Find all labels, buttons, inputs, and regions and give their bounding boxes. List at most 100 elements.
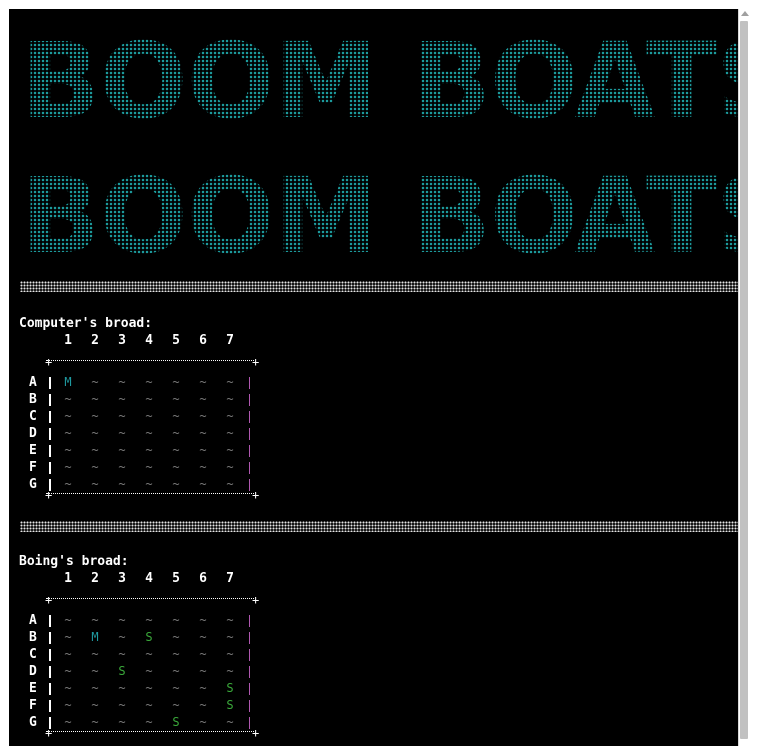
column-label: 5 bbox=[172, 333, 180, 348]
row-label: C bbox=[29, 647, 37, 662]
board-row: G ~ ~ ~ ~ ~ ~ ~ bbox=[9, 476, 269, 493]
board-cell-water: ~ bbox=[145, 698, 153, 712]
board-cell-water: ~ bbox=[172, 477, 180, 491]
row-label: B bbox=[29, 392, 37, 407]
vertical-scrollbar[interactable] bbox=[738, 9, 750, 746]
board-right-border bbox=[249, 411, 250, 423]
board-border-top bbox=[46, 351, 254, 361]
board-cell-water: ~ bbox=[64, 647, 72, 661]
board-cell-water: ~ bbox=[199, 443, 207, 457]
board-right-border bbox=[249, 615, 250, 627]
board-cell-water: ~ bbox=[64, 630, 72, 644]
board-cell-water: ~ bbox=[118, 613, 126, 627]
board-cell-water: ~ bbox=[199, 715, 207, 729]
board-cell-ship: S bbox=[226, 681, 234, 695]
row-label: A bbox=[29, 375, 37, 390]
board-row: G ~ ~ ~ ~ S ~ ~ bbox=[9, 714, 269, 731]
board-cell-water: ~ bbox=[64, 477, 72, 491]
board-cell-water: ~ bbox=[172, 409, 180, 423]
board-row: E ~ ~ ~ ~ ~ ~ S bbox=[9, 680, 269, 697]
column-label: 2 bbox=[91, 571, 99, 586]
terminal-output: BOOM BOATS BOOM BOATS Computer's broad: … bbox=[9, 9, 738, 746]
board-cell-water: ~ bbox=[64, 392, 72, 406]
board-right-border bbox=[249, 377, 250, 389]
board-left-border bbox=[49, 394, 51, 406]
scroll-up-arrow-icon[interactable] bbox=[741, 11, 749, 16]
board-cell-water: ~ bbox=[118, 375, 126, 389]
board-cell-water: ~ bbox=[118, 715, 126, 729]
dotted-divider bbox=[20, 521, 738, 532]
board-cell-water: ~ bbox=[226, 715, 234, 729]
board-left-border bbox=[49, 717, 51, 729]
board-left-border bbox=[49, 615, 51, 627]
board-cell-water: ~ bbox=[172, 426, 180, 440]
board-corner: + bbox=[45, 355, 53, 369]
board-left-border bbox=[49, 462, 51, 474]
board-cell-water: ~ bbox=[118, 392, 126, 406]
board-cell-water: ~ bbox=[145, 426, 153, 440]
board-cell-water: ~ bbox=[199, 426, 207, 440]
board-cell-water: ~ bbox=[199, 409, 207, 423]
board-cell-water: ~ bbox=[145, 460, 153, 474]
row-label: F bbox=[29, 460, 37, 475]
board-right-border bbox=[249, 683, 250, 695]
title-banner: BOOM BOATS bbox=[21, 20, 738, 142]
board-cell-water: ~ bbox=[199, 681, 207, 695]
player-board-title: Boing's broad: bbox=[19, 554, 129, 569]
board-cell-water: ~ bbox=[118, 647, 126, 661]
board-cell-water: ~ bbox=[64, 409, 72, 423]
board-cell-water: ~ bbox=[91, 647, 99, 661]
board-cell-water: ~ bbox=[64, 426, 72, 440]
board-cell-ship: S bbox=[118, 664, 126, 678]
player-board: 1 2 3 4 5 6 7 + + + + A ~ ~ ~ ~ ~ ~ ~ B ~ M ~ S ~ ~ ~ C ~ ~ ~ ~ ~ ~ ~ D ~ ~ S ~… bbox=[9, 569, 269, 739]
board-row: B ~ M ~ S ~ ~ ~ bbox=[9, 629, 269, 646]
board-cell-water: ~ bbox=[118, 460, 126, 474]
board-left-border bbox=[49, 632, 51, 644]
board-row: D ~ ~ ~ ~ ~ ~ ~ bbox=[9, 425, 269, 442]
board-cell-ship: S bbox=[226, 698, 234, 712]
board-row: E ~ ~ ~ ~ ~ ~ ~ bbox=[9, 442, 269, 459]
column-label: 1 bbox=[64, 333, 72, 348]
dotted-divider bbox=[20, 281, 738, 292]
column-label: 4 bbox=[145, 333, 153, 348]
board-cell-water: ~ bbox=[172, 630, 180, 644]
board-row: A ~ ~ ~ ~ ~ ~ ~ bbox=[9, 612, 269, 629]
board-cell-water: ~ bbox=[91, 477, 99, 491]
column-label: 2 bbox=[91, 333, 99, 348]
board-cell-water: ~ bbox=[226, 647, 234, 661]
board-cell-water: ~ bbox=[172, 613, 180, 627]
board-cell-ship: S bbox=[172, 715, 180, 729]
board-cell-water: ~ bbox=[118, 698, 126, 712]
board-left-border bbox=[49, 700, 51, 712]
board-left-border bbox=[49, 377, 51, 389]
board-row: F ~ ~ ~ ~ ~ ~ S bbox=[9, 697, 269, 714]
board-row: D ~ ~ S ~ ~ ~ ~ bbox=[9, 663, 269, 680]
row-label: F bbox=[29, 698, 37, 713]
row-label: E bbox=[29, 681, 37, 696]
board-cell-water: ~ bbox=[145, 647, 153, 661]
board-cell-water: ~ bbox=[199, 392, 207, 406]
column-label: 6 bbox=[199, 571, 207, 586]
board-cell-water: ~ bbox=[145, 715, 153, 729]
board-left-border bbox=[49, 666, 51, 678]
board-row: C ~ ~ ~ ~ ~ ~ ~ bbox=[9, 408, 269, 425]
board-cell-water: ~ bbox=[226, 426, 234, 440]
board-row: A M ~ ~ ~ ~ ~ ~ bbox=[9, 374, 269, 391]
board-cell-water: ~ bbox=[199, 460, 207, 474]
board-cell-water: ~ bbox=[91, 613, 99, 627]
board-cell-water: ~ bbox=[145, 613, 153, 627]
board-cell-water: ~ bbox=[118, 409, 126, 423]
board-cell-water: ~ bbox=[145, 477, 153, 491]
board-left-border bbox=[49, 479, 51, 491]
board-corner: + bbox=[45, 593, 53, 607]
board-cell-water: ~ bbox=[199, 477, 207, 491]
scrollbar-thumb[interactable] bbox=[740, 21, 748, 739]
board-cell-water: ~ bbox=[145, 375, 153, 389]
board-cell-water: ~ bbox=[172, 647, 180, 661]
board-row: C ~ ~ ~ ~ ~ ~ ~ bbox=[9, 646, 269, 663]
board-cell-water: ~ bbox=[64, 460, 72, 474]
computer-board: 1 2 3 4 5 6 7 + + + + A M ~ ~ ~ ~ ~ ~ B ~ ~ ~ ~ ~ ~ ~ C ~ ~ ~ ~ ~ ~ ~ D ~ ~ ~ ~… bbox=[9, 331, 269, 501]
board-row: B ~ ~ ~ ~ ~ ~ ~ bbox=[9, 391, 269, 408]
row-label: E bbox=[29, 443, 37, 458]
row-label: B bbox=[29, 630, 37, 645]
